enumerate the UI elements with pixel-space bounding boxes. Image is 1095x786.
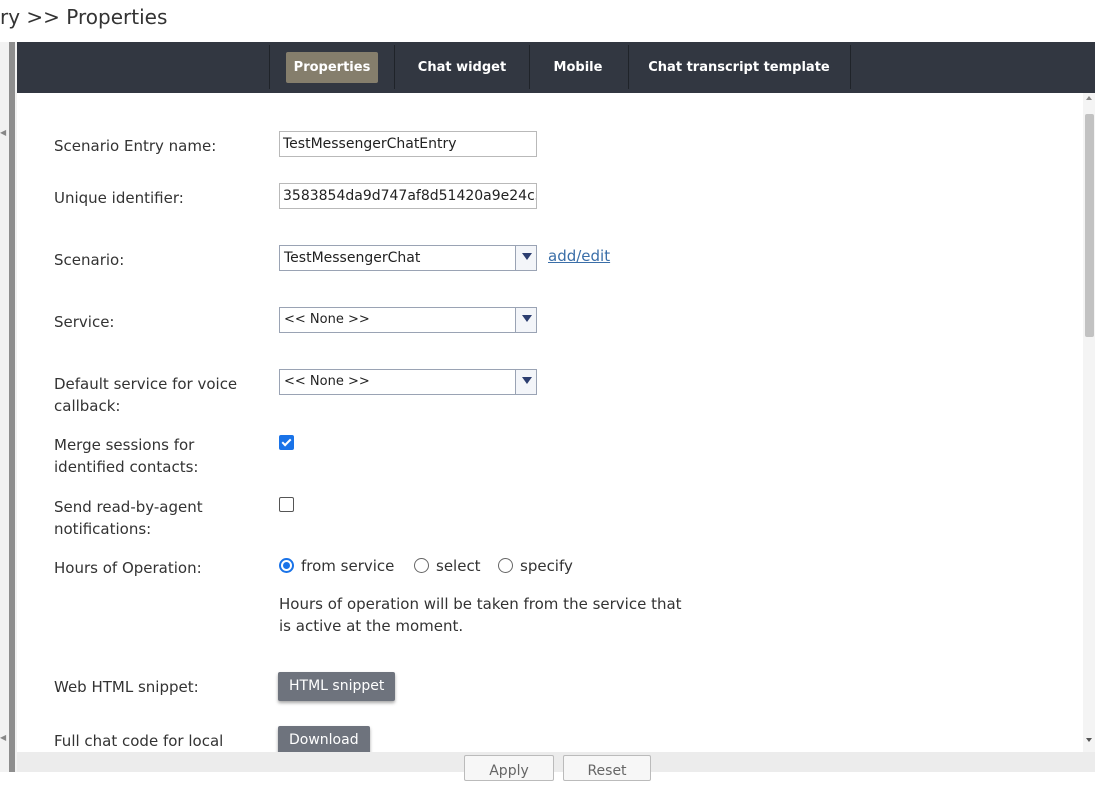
tab-separator [269,45,270,89]
left-panel-arrow-icon: ◀ [0,733,7,742]
scenario-add-edit-link[interactable]: add/edit [548,247,610,265]
hours-hint: Hours of operation will be taken from th… [279,593,699,637]
scenario-label: Scenario: [54,251,125,269]
merge-sessions-checkbox[interactable] [279,435,294,450]
scroll-down-arrow-icon[interactable] [1086,738,1092,742]
merge-sessions-label: Merge sessions for identified contacts: [54,434,198,478]
left-panel-arrow-icon: ◀ [0,128,7,137]
scroll-up-arrow-icon[interactable] [1086,96,1092,100]
chevron-down-icon [522,377,532,384]
default-voice-label: Default service for voice callback: [54,373,237,417]
reset-button[interactable]: Reset [563,755,651,781]
service-select[interactable]: << None >> [279,307,537,333]
hours-label: Hours of Operation: [54,559,202,577]
default-voice-label-line2: callback: [54,397,121,415]
read-by-agent-label-line2: notifications: [54,520,152,538]
entry-name-label: Scenario Entry name: [54,137,217,155]
footer-bar [17,752,1095,772]
page-title: ry >> Properties [0,5,168,29]
apply-button[interactable]: Apply [464,755,554,781]
chevron-down-icon [522,253,532,260]
default-voice-dropdown-button[interactable] [515,370,536,394]
service-dropdown-button[interactable] [515,308,536,332]
unique-id-input[interactable]: 3583854da9d747af8d51420a9e24c5 [279,183,537,209]
full-chat-code-label: Full chat code for local [54,732,224,750]
tab-mobile[interactable]: Mobile [542,52,614,83]
tab-separator [529,45,530,89]
default-voice-select-value: << None >> [284,374,370,389]
service-select-value: << None >> [284,312,370,327]
tab-separator [850,45,851,89]
merge-sessions-label-line2: identified contacts: [54,458,199,476]
scenario-select[interactable]: TestMessengerChat [279,245,537,271]
tab-separator [394,45,395,89]
html-snippet-button[interactable]: HTML snippet [278,672,396,701]
default-voice-select[interactable]: << None >> [279,369,537,395]
tab-properties[interactable]: Properties [286,52,378,83]
tab-chat-widget[interactable]: Chat widget [408,52,516,83]
default-voice-label-line1: Default service for voice [54,375,238,393]
read-by-agent-label-line1: Send read-by-agent [54,498,203,516]
hours-from-service-label[interactable]: from service [301,555,394,577]
scrollbar-thumb[interactable] [1085,114,1094,337]
web-snippet-label: Web HTML snippet: [54,678,199,696]
scenario-dropdown-button[interactable] [515,246,536,270]
service-label: Service: [54,313,115,331]
hours-specify-radio[interactable] [498,558,513,573]
tab-separator [628,45,629,89]
hours-hint-line2: is active at the moment. [279,617,464,635]
hours-from-service-radio[interactable] [279,558,294,573]
read-by-agent-checkbox[interactable] [279,497,294,512]
left-panel-splitter[interactable] [9,42,15,772]
tab-chat-transcript-template[interactable]: Chat transcript template [640,52,838,83]
read-by-agent-label: Send read-by-agent notifications: [54,496,203,540]
unique-id-label: Unique identifier: [54,189,184,207]
download-button[interactable]: Download [278,726,370,755]
hours-specify-label[interactable]: specify [520,555,573,577]
hours-select-label[interactable]: select [436,555,481,577]
hours-hint-line1: Hours of operation will be taken from th… [279,595,682,613]
merge-sessions-label-line1: Merge sessions for [54,436,195,454]
hours-select-radio[interactable] [414,558,429,573]
entry-name-input[interactable]: TestMessengerChatEntry [279,131,537,157]
chevron-down-icon [522,315,532,322]
scenario-select-value: TestMessengerChat [284,250,421,266]
